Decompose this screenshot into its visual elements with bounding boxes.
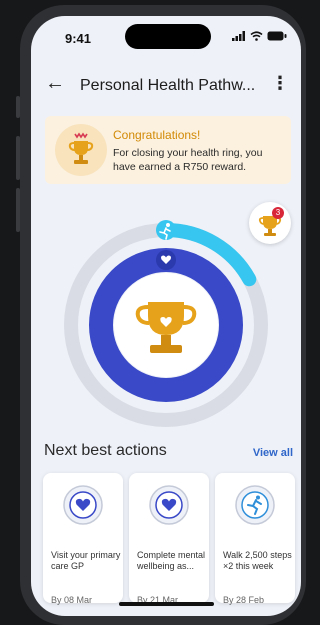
app-screen: 9:41 ← Personal Health Pathw... ⋮ Congra… (31, 16, 301, 616)
arrow-left-icon[interactable]: ← (45, 72, 65, 95)
rewards-badge[interactable]: 3 (249, 202, 291, 244)
runner-icon (156, 220, 176, 240)
runner-icon (235, 485, 275, 525)
heart-icon (149, 485, 189, 525)
home-indicator[interactable] (119, 602, 214, 606)
action-card-text: Complete mental wellbeing as... (137, 550, 206, 571)
action-card[interactable]: Walk 2,500 steps ×2 this week By 28 Feb (215, 473, 295, 605)
banner-title: Congratulations! (113, 128, 201, 142)
battery-icon (267, 31, 287, 41)
dynamic-island (125, 24, 211, 49)
action-card[interactable]: Complete mental wellbeing as... By 21 Ma… (129, 473, 209, 605)
reward-banner: Congratulations! For closing your health… (45, 116, 291, 184)
action-card[interactable]: Visit your primary care GP By 08 Mar (43, 473, 123, 605)
badge-count: 3 (272, 207, 284, 219)
trophy-icon (258, 216, 282, 236)
action-card-text: Visit your primary care GP (51, 550, 121, 571)
heart-icon (156, 250, 176, 270)
next-actions-cards: Visit your primary care GP By 08 Mar Com… (43, 473, 301, 613)
trophy-icon (55, 124, 107, 176)
kebab-icon[interactable]: ⋮ (271, 73, 289, 94)
view-all-link[interactable]: View all (253, 447, 293, 459)
signal-icon (232, 31, 245, 41)
status-icons (232, 31, 287, 41)
next-actions-title: Next best actions (44, 442, 167, 459)
page-title: Personal Health Pathw... (80, 77, 256, 94)
action-card-date: By 08 Mar (51, 595, 93, 605)
action-card-date: By 28 Feb (223, 595, 265, 605)
status-time: 9:41 (65, 31, 92, 46)
wifi-icon (250, 31, 263, 41)
top-navigation: ← Personal Health Pathw... ⋮ (31, 66, 301, 102)
health-ring[interactable] (61, 220, 271, 430)
banner-text: For closing your health ring, you have e… (113, 147, 263, 173)
action-card-text: Walk 2,500 steps ×2 this week (223, 550, 292, 571)
heart-icon (63, 485, 103, 525)
